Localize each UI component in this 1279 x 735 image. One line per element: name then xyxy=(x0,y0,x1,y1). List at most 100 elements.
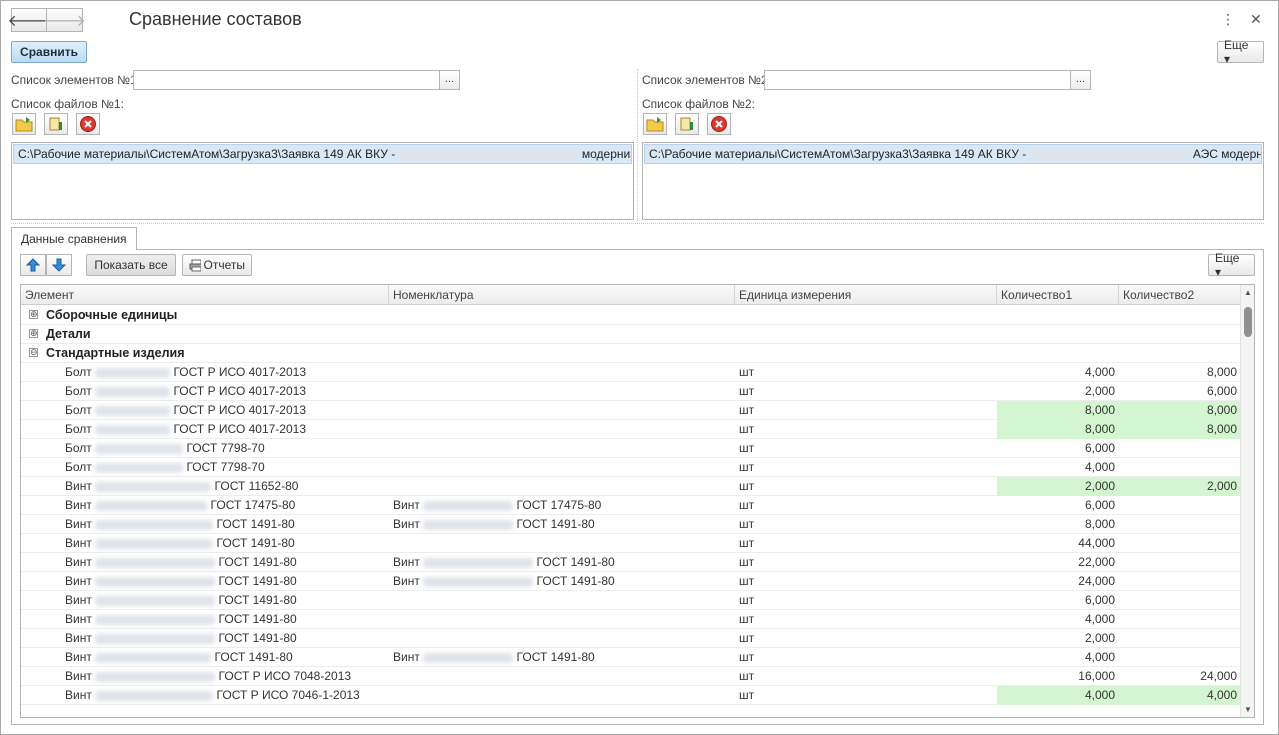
elements-list-1-input[interactable] xyxy=(133,70,440,90)
collapse-icon[interactable]: ⊖ xyxy=(29,348,38,357)
table-row[interactable]: Винт ГОСТ 1491-80 шт 6,000 xyxy=(21,591,1241,610)
load-file-2-button[interactable] xyxy=(675,113,699,135)
group-row-parts[interactable]: ⊕ Детали xyxy=(21,325,1241,344)
element-standard: ГОСТ Р ИСО 7048-2013 xyxy=(218,669,352,683)
table-row[interactable]: Винт ГОСТ 1491-80 Винт ГОСТ 1491-80 шт 22,0… xyxy=(21,553,1241,572)
unit-cell: шт xyxy=(739,365,755,379)
elements-list-2-input[interactable] xyxy=(764,70,1071,90)
element-type: Болт xyxy=(65,403,92,417)
group-row-standard-items[interactable]: ⊖ Стандартные изделия xyxy=(21,344,1241,363)
quantity1-cell: 2,000 xyxy=(1084,384,1115,398)
reports-button[interactable]: Отчеты xyxy=(182,254,252,276)
element-cell: Болт ГОСТ Р ИСО 4017-2013 xyxy=(65,420,385,439)
elements-list-1-label: Список элементов №1: xyxy=(11,73,140,87)
table-row[interactable]: Винт ГОСТ Р ИСО 7046-1-2013 шт 4,000 4,000 xyxy=(21,686,1241,705)
printer-icon xyxy=(189,259,201,271)
table-row[interactable]: Болт ГОСТ 7798-70 шт 6,000 xyxy=(21,439,1241,458)
scroll-down-icon[interactable]: ▼ xyxy=(1241,705,1254,714)
redacted-text xyxy=(95,424,171,435)
table-row[interactable]: Винт ГОСТ 1491-80 шт 44,000 xyxy=(21,534,1241,553)
move-down-button[interactable] xyxy=(46,254,72,276)
forward-button[interactable]: 🡒 xyxy=(43,8,86,32)
close-icon[interactable]: ✕ xyxy=(1250,11,1262,28)
panel-splitter[interactable] xyxy=(637,69,638,221)
column-header-nomenclature[interactable]: Номенклатура xyxy=(389,285,735,305)
load-file-1-button[interactable] xyxy=(44,113,68,135)
folder-open-icon xyxy=(646,117,664,132)
delete-icon xyxy=(711,116,727,132)
kebab-menu-icon[interactable]: ⋮ xyxy=(1221,11,1235,28)
quantity1-cell: 24,000 xyxy=(1078,574,1115,588)
redacted-text xyxy=(398,149,579,160)
quantity2-cell: 8,000 xyxy=(1119,401,1241,420)
table-row[interactable]: Болт ГОСТ Р ИСО 4017-2013 шт 2,000 6,000 xyxy=(21,382,1241,401)
element-cell: Болт ГОСТ Р ИСО 4017-2013 xyxy=(65,401,385,420)
group-row-assembly-units[interactable]: ⊕ Сборочные единицы xyxy=(21,306,1241,325)
nomenclature-cell: Винт ГОСТ 17475-80 xyxy=(393,496,733,515)
table-row[interactable]: Болт ГОСТ 7798-70 шт 4,000 xyxy=(21,458,1241,477)
file-1-row[interactable]: C:\Рабочие материалы\СистемАтом\Загрузка… xyxy=(13,144,632,164)
section-splitter[interactable] xyxy=(11,223,1264,224)
tab-comparison-data[interactable]: Данные сравнения xyxy=(11,227,137,250)
table-row[interactable]: Болт ГОСТ Р ИСО 4017-2013 шт 4,000 8,000 xyxy=(21,363,1241,382)
files-list-2[interactable]: C:\Рабочие материалы\СистемАтом\Загрузка… xyxy=(642,142,1264,220)
column-header-quantity1[interactable]: Количество1 xyxy=(997,285,1119,305)
expand-icon[interactable]: ⊕ xyxy=(29,310,38,319)
redacted-text xyxy=(423,652,514,663)
folder-open-icon xyxy=(15,117,33,132)
table-row[interactable]: Винт ГОСТ 17475-80 Винт ГОСТ 17475-80 шт 6,… xyxy=(21,496,1241,515)
table-row[interactable]: Винт ГОСТ 1491-80 шт 4,000 xyxy=(21,610,1241,629)
nomenclature-type: Винт xyxy=(393,650,420,664)
column-header-element[interactable]: Элемент xyxy=(21,285,389,305)
redacted-text xyxy=(95,500,208,511)
comparison-table[interactable]: Элемент Номенклатура Единица измерения К… xyxy=(20,284,1255,718)
nomenclature-standard: ГОСТ 17475-80 xyxy=(516,498,602,512)
quantity1-cell: 22,000 xyxy=(1078,555,1115,569)
add-file-1-button[interactable] xyxy=(12,113,36,135)
unit-cell: шт xyxy=(739,574,755,588)
add-file-2-button[interactable] xyxy=(643,113,667,135)
quantity1-cell: 6,000 xyxy=(1084,498,1115,512)
redacted-text xyxy=(95,386,171,397)
element-type: Болт xyxy=(65,365,92,379)
element-standard: ГОСТ 7798-70 xyxy=(186,460,265,474)
quantity2-cell xyxy=(1119,591,1241,610)
more-menu-button[interactable]: Еще ▾ xyxy=(1217,38,1264,66)
file-2-row[interactable]: C:\Рабочие материалы\СистемАтом\Загрузка… xyxy=(644,144,1262,164)
table-row[interactable]: Винт ГОСТ 1491-80 Винт ГОСТ 1491-80 шт 24,0… xyxy=(21,572,1241,591)
column-header-quantity2[interactable]: Количество2 xyxy=(1119,285,1241,305)
move-up-button[interactable] xyxy=(20,254,46,276)
unit-cell: шт xyxy=(739,422,755,436)
compare-button[interactable]: Сравнить xyxy=(11,41,87,63)
element-cell: Винт ГОСТ 17475-80 xyxy=(65,496,385,515)
show-all-button[interactable]: Показать все xyxy=(86,254,176,276)
column-header-unit[interactable]: Единица измерения xyxy=(735,285,997,305)
back-button[interactable]: 🡐 xyxy=(8,8,50,32)
table-row[interactable]: Винт ГОСТ 11652-80 шт 2,000 2,000 xyxy=(21,477,1241,496)
remove-file-1-button[interactable] xyxy=(76,113,100,135)
table-row[interactable]: Винт ГОСТ Р ИСО 7048-2013 шт 16,000 24,000 xyxy=(21,667,1241,686)
table-row[interactable]: Болт ГОСТ Р ИСО 4017-2013 шт 8,000 8,000 xyxy=(21,420,1241,439)
element-cell: Винт ГОСТ 1491-80 xyxy=(65,515,385,534)
elements-list-2-select-button[interactable]: ... xyxy=(1070,70,1091,90)
remove-file-2-button[interactable] xyxy=(707,113,731,135)
elements-list-1-select-button[interactable]: ... xyxy=(439,70,460,90)
scroll-up-icon[interactable]: ▲ xyxy=(1241,288,1254,297)
quantity1-cell: 4,000 xyxy=(1084,612,1115,626)
table-row[interactable]: Винт ГОСТ 1491-80 шт 2,000 xyxy=(21,629,1241,648)
element-standard: ГОСТ 11652-80 xyxy=(214,479,299,493)
files-list-1[interactable]: C:\Рабочие материалы\СистемАтом\Загрузка… xyxy=(11,142,634,220)
redacted-text xyxy=(95,595,216,606)
quantity1-cell: 2,000 xyxy=(1084,631,1115,645)
redacted-text xyxy=(95,405,171,416)
table-row[interactable]: Болт ГОСТ Р ИСО 4017-2013 шт 8,000 8,000 xyxy=(21,401,1241,420)
quantity2-cell xyxy=(1119,553,1241,572)
grid-more-menu-button[interactable]: Еще ▾ xyxy=(1208,251,1255,279)
scrollbar-thumb[interactable] xyxy=(1244,307,1252,337)
expand-icon[interactable]: ⊕ xyxy=(29,329,38,338)
table-row[interactable]: Винт ГОСТ 1491-80 Винт ГОСТ 1491-80 шт 8,00… xyxy=(21,515,1241,534)
nomenclature-standard: ГОСТ 1491-80 xyxy=(536,574,615,588)
table-row[interactable]: Винт ГОСТ 1491-80 Винт ГОСТ 1491-80 шт 4,00… xyxy=(21,648,1241,667)
vertical-scrollbar[interactable]: ▲ ▼ xyxy=(1240,285,1254,717)
unit-cell: шт xyxy=(739,593,755,607)
